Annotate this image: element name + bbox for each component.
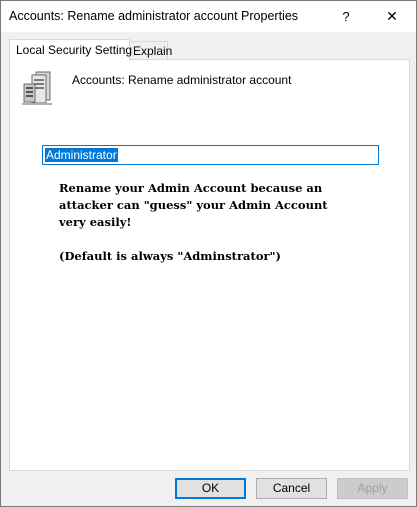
account-name-input[interactable]: Administrator (42, 145, 379, 165)
title-bar: Accounts: Rename administrator account P… (1, 1, 416, 32)
annotation-note: Rename your Admin Account because an att… (59, 180, 339, 265)
note-line: Rename your Admin Account because an (59, 181, 323, 195)
ok-button[interactable]: OK (175, 478, 246, 499)
tab-local-security-setting[interactable]: Local Security Setting (9, 39, 132, 61)
properties-dialog: Accounts: Rename administrator account P… (0, 0, 417, 507)
window-title: Accounts: Rename administrator account P… (9, 9, 299, 23)
note-line: (Default is always "Adminstrator") (59, 249, 281, 263)
tab-explain[interactable]: Explain (126, 41, 172, 60)
account-name-value: Administrator (45, 148, 118, 162)
note-spacer (59, 231, 339, 248)
setting-name: Accounts: Rename administrator account (72, 73, 292, 87)
apply-button[interactable]: Apply (337, 478, 408, 499)
note-line: attacker can "guess" your Admin Account (59, 198, 328, 212)
close-button[interactable]: ✕ (369, 1, 415, 32)
server-icon (22, 71, 52, 105)
cancel-button[interactable]: Cancel (256, 478, 327, 499)
tab-panel: Accounts: Rename administrator account A… (9, 59, 410, 471)
help-button[interactable]: ? (323, 1, 369, 32)
note-line: very easily! (59, 215, 132, 229)
